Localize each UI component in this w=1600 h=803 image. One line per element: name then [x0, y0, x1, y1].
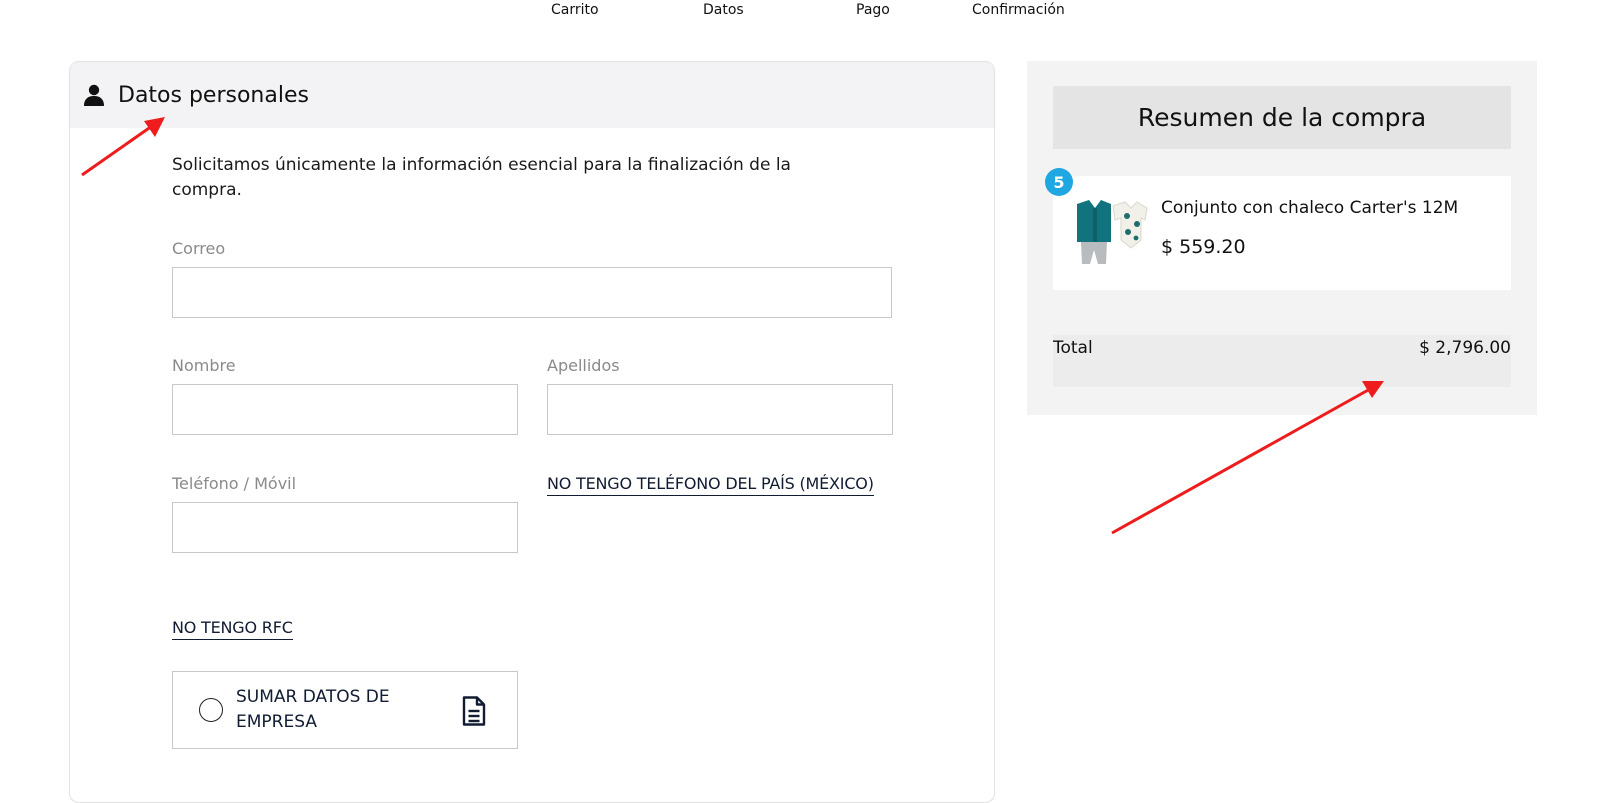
email-field[interactable]	[172, 267, 892, 318]
phone-label: Teléfono / Móvil	[172, 474, 297, 493]
total-label: Total	[1053, 338, 1093, 358]
company-option-label: SUMAR DATOS DE EMPRESA	[236, 687, 390, 732]
no-rfc-link[interactable]: NO TENGO RFC	[172, 618, 293, 640]
intro-text: Solicitamos únicamente la información es…	[172, 155, 791, 200]
step-carrito[interactable]: Carrito	[551, 2, 599, 18]
cart-item: 5 Conjunto con chaleco Carter's 12M $ 55…	[1045, 168, 1511, 290]
first-name-field[interactable]	[172, 384, 518, 435]
total-value: $ 2,796.00	[1419, 338, 1511, 358]
step-confirmacion[interactable]: Confirmación	[972, 2, 1065, 18]
first-name-label: Nombre	[172, 356, 236, 375]
checkout-steps: Carrito Datos Pago Confirmación	[0, 0, 1600, 24]
personal-data-card: Datos personales Solicitamos únicamente …	[69, 61, 995, 803]
product-price: $ 559.20	[1161, 236, 1246, 258]
add-company-data-option[interactable]: SUMAR DATOS DE EMPRESA	[172, 671, 518, 749]
personal-data-header: Datos personales	[70, 62, 994, 128]
document-icon	[461, 696, 487, 726]
quantity-badge: 5	[1045, 168, 1073, 196]
step-datos[interactable]: Datos	[703, 2, 744, 18]
no-phone-link[interactable]: NO TENGO TELÉFONO DEL PAÍS (MÉXICO)	[547, 474, 874, 496]
company-radio[interactable]	[199, 698, 223, 722]
phone-field[interactable]	[172, 502, 518, 553]
product-name[interactable]: Conjunto con chaleco Carter's 12M	[1161, 198, 1458, 218]
order-summary-title: Resumen de la compra	[1053, 86, 1511, 149]
personal-data-title: Datos personales	[118, 82, 309, 108]
last-name-label: Apellidos	[547, 356, 620, 375]
total-row: Total $ 2,796.00	[1053, 335, 1511, 387]
last-name-field[interactable]	[547, 384, 893, 435]
user-icon	[82, 83, 106, 107]
order-summary-panel: Resumen de la compra 5 Conjunto con chal…	[1027, 61, 1537, 415]
step-pago[interactable]: Pago	[856, 2, 890, 18]
product-thumbnail	[1071, 198, 1149, 268]
email-label: Correo	[172, 239, 226, 258]
